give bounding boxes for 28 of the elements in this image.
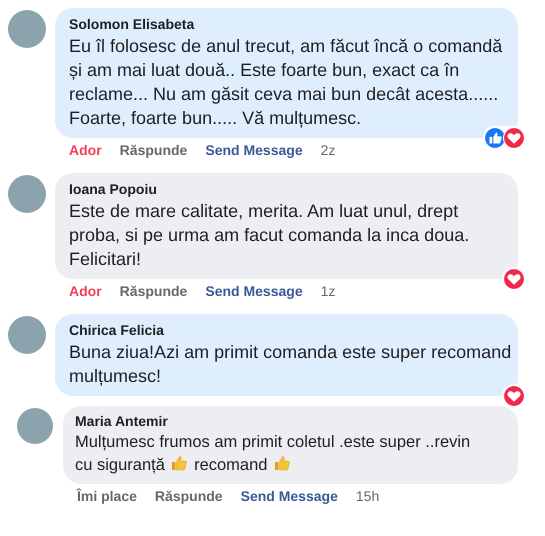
timestamp: 2z	[320, 141, 336, 159]
timestamp: 1z	[320, 282, 336, 300]
comment-text: Buna ziua!Azi am primit comanda este super recomand mulțumesc!	[69, 342, 512, 386]
react-link[interactable]: Ador	[69, 141, 102, 159]
send-message-link[interactable]: Send Message	[240, 487, 338, 505]
reply-link[interactable]: Răspunde	[154, 487, 223, 505]
comment-text: Mulțumesc frumos am primit coletul .este super ..revin	[75, 433, 470, 451]
comment-text: Eu îl folosesc de anul trecut, am făcut încă o comandă și am mai luat două.. Este foarte bun, exact ca în reclame... Nu am găsit ceva mai bun decât acesta...... Foarte, foarte bun..... Vă mulțumesc.	[69, 36, 502, 128]
avatar	[8, 175, 46, 213]
comment-text: cu siguranță	[75, 456, 165, 474]
send-message-link[interactable]: Send Message	[205, 282, 303, 300]
reply-link[interactable]: Răspunde	[120, 141, 188, 159]
thumbs-up-icon	[272, 453, 292, 473]
react-link[interactable]: Ador	[69, 282, 102, 300]
author-name[interactable]: Ioana Popoiu	[69, 180, 157, 199]
author-name[interactable]: Maria Antemir	[75, 412, 168, 431]
react-link[interactable]: Îmi place	[77, 487, 137, 505]
author-name[interactable]: Solomon Elisabeta	[69, 15, 194, 34]
avatar	[8, 316, 46, 354]
avatar	[17, 408, 53, 444]
comment-text: Este de mare calitate, merita. Am luat unul, drept proba, si pe urma am facut comanda la inca doua. Felicitari!	[69, 201, 470, 269]
comment-text: recomand	[194, 456, 268, 474]
reply-link[interactable]: Răspunde	[120, 282, 188, 300]
send-message-link[interactable]: Send Message	[205, 141, 303, 159]
timestamp: 15h	[356, 487, 380, 505]
author-name[interactable]: Chirica Felicia	[69, 321, 164, 340]
avatar	[8, 10, 46, 48]
thumbs-up-icon	[169, 453, 190, 473]
